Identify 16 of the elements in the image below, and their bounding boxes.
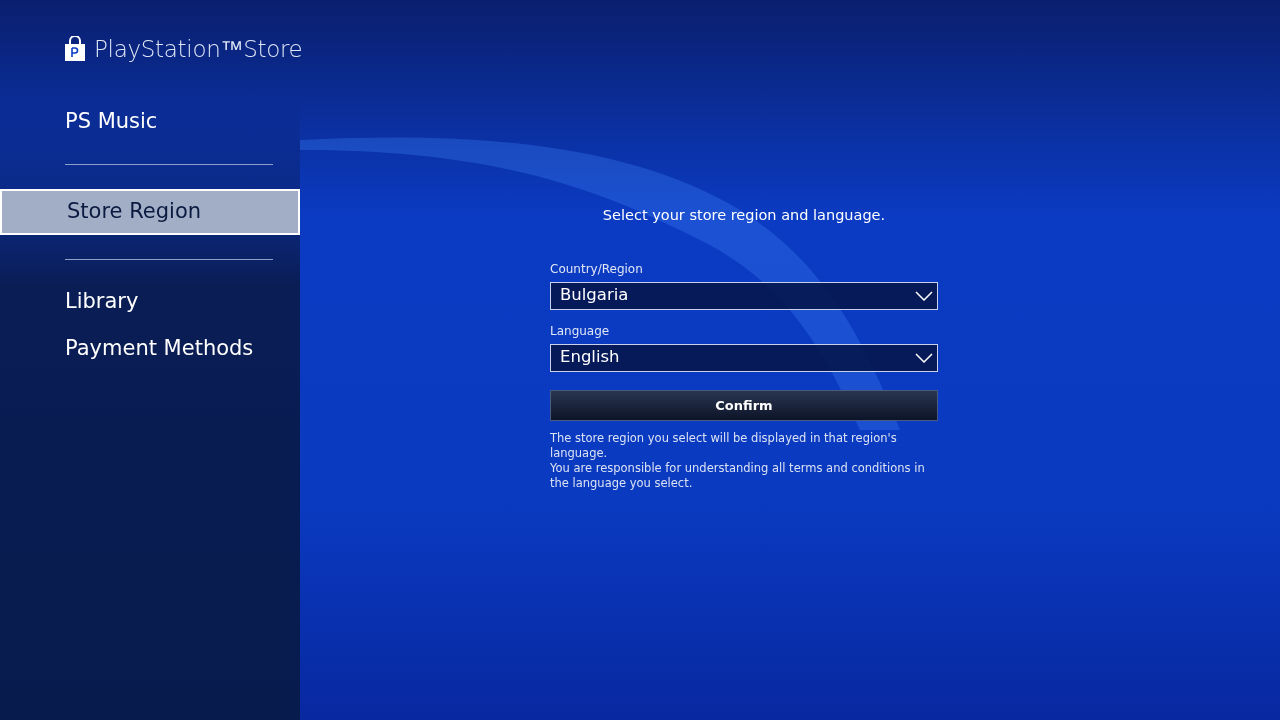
confirm-button[interactable]: Confirm: [550, 389, 938, 421]
store-title: PlayStation™Store: [94, 34, 303, 64]
sidebar-item[interactable]: Store Region: [0, 189, 300, 235]
sidebar-item[interactable]: PS Music: [0, 104, 300, 140]
field-label: Language: [550, 322, 611, 340]
sidebar-item[interactable]: Library: [0, 284, 300, 320]
chevron-down-icon: [915, 290, 933, 301]
info-text: You are responsible for understanding all terms and conditions in the language you select.: [550, 460, 926, 491]
dropdown-field[interactable]: English: [550, 343, 938, 372]
field-label: Country/Region: [550, 260, 644, 278]
info-text: The store region you select will be displayed in that region's language.: [550, 430, 898, 461]
sidebar-item[interactable]: Payment Methods: [0, 331, 300, 367]
dropdown-field[interactable]: Bulgaria: [550, 281, 938, 310]
chevron-down-icon: [915, 352, 933, 363]
form-heading: Select your store region and language.: [601, 206, 887, 225]
shopping-bag-icon: [64, 36, 86, 62]
